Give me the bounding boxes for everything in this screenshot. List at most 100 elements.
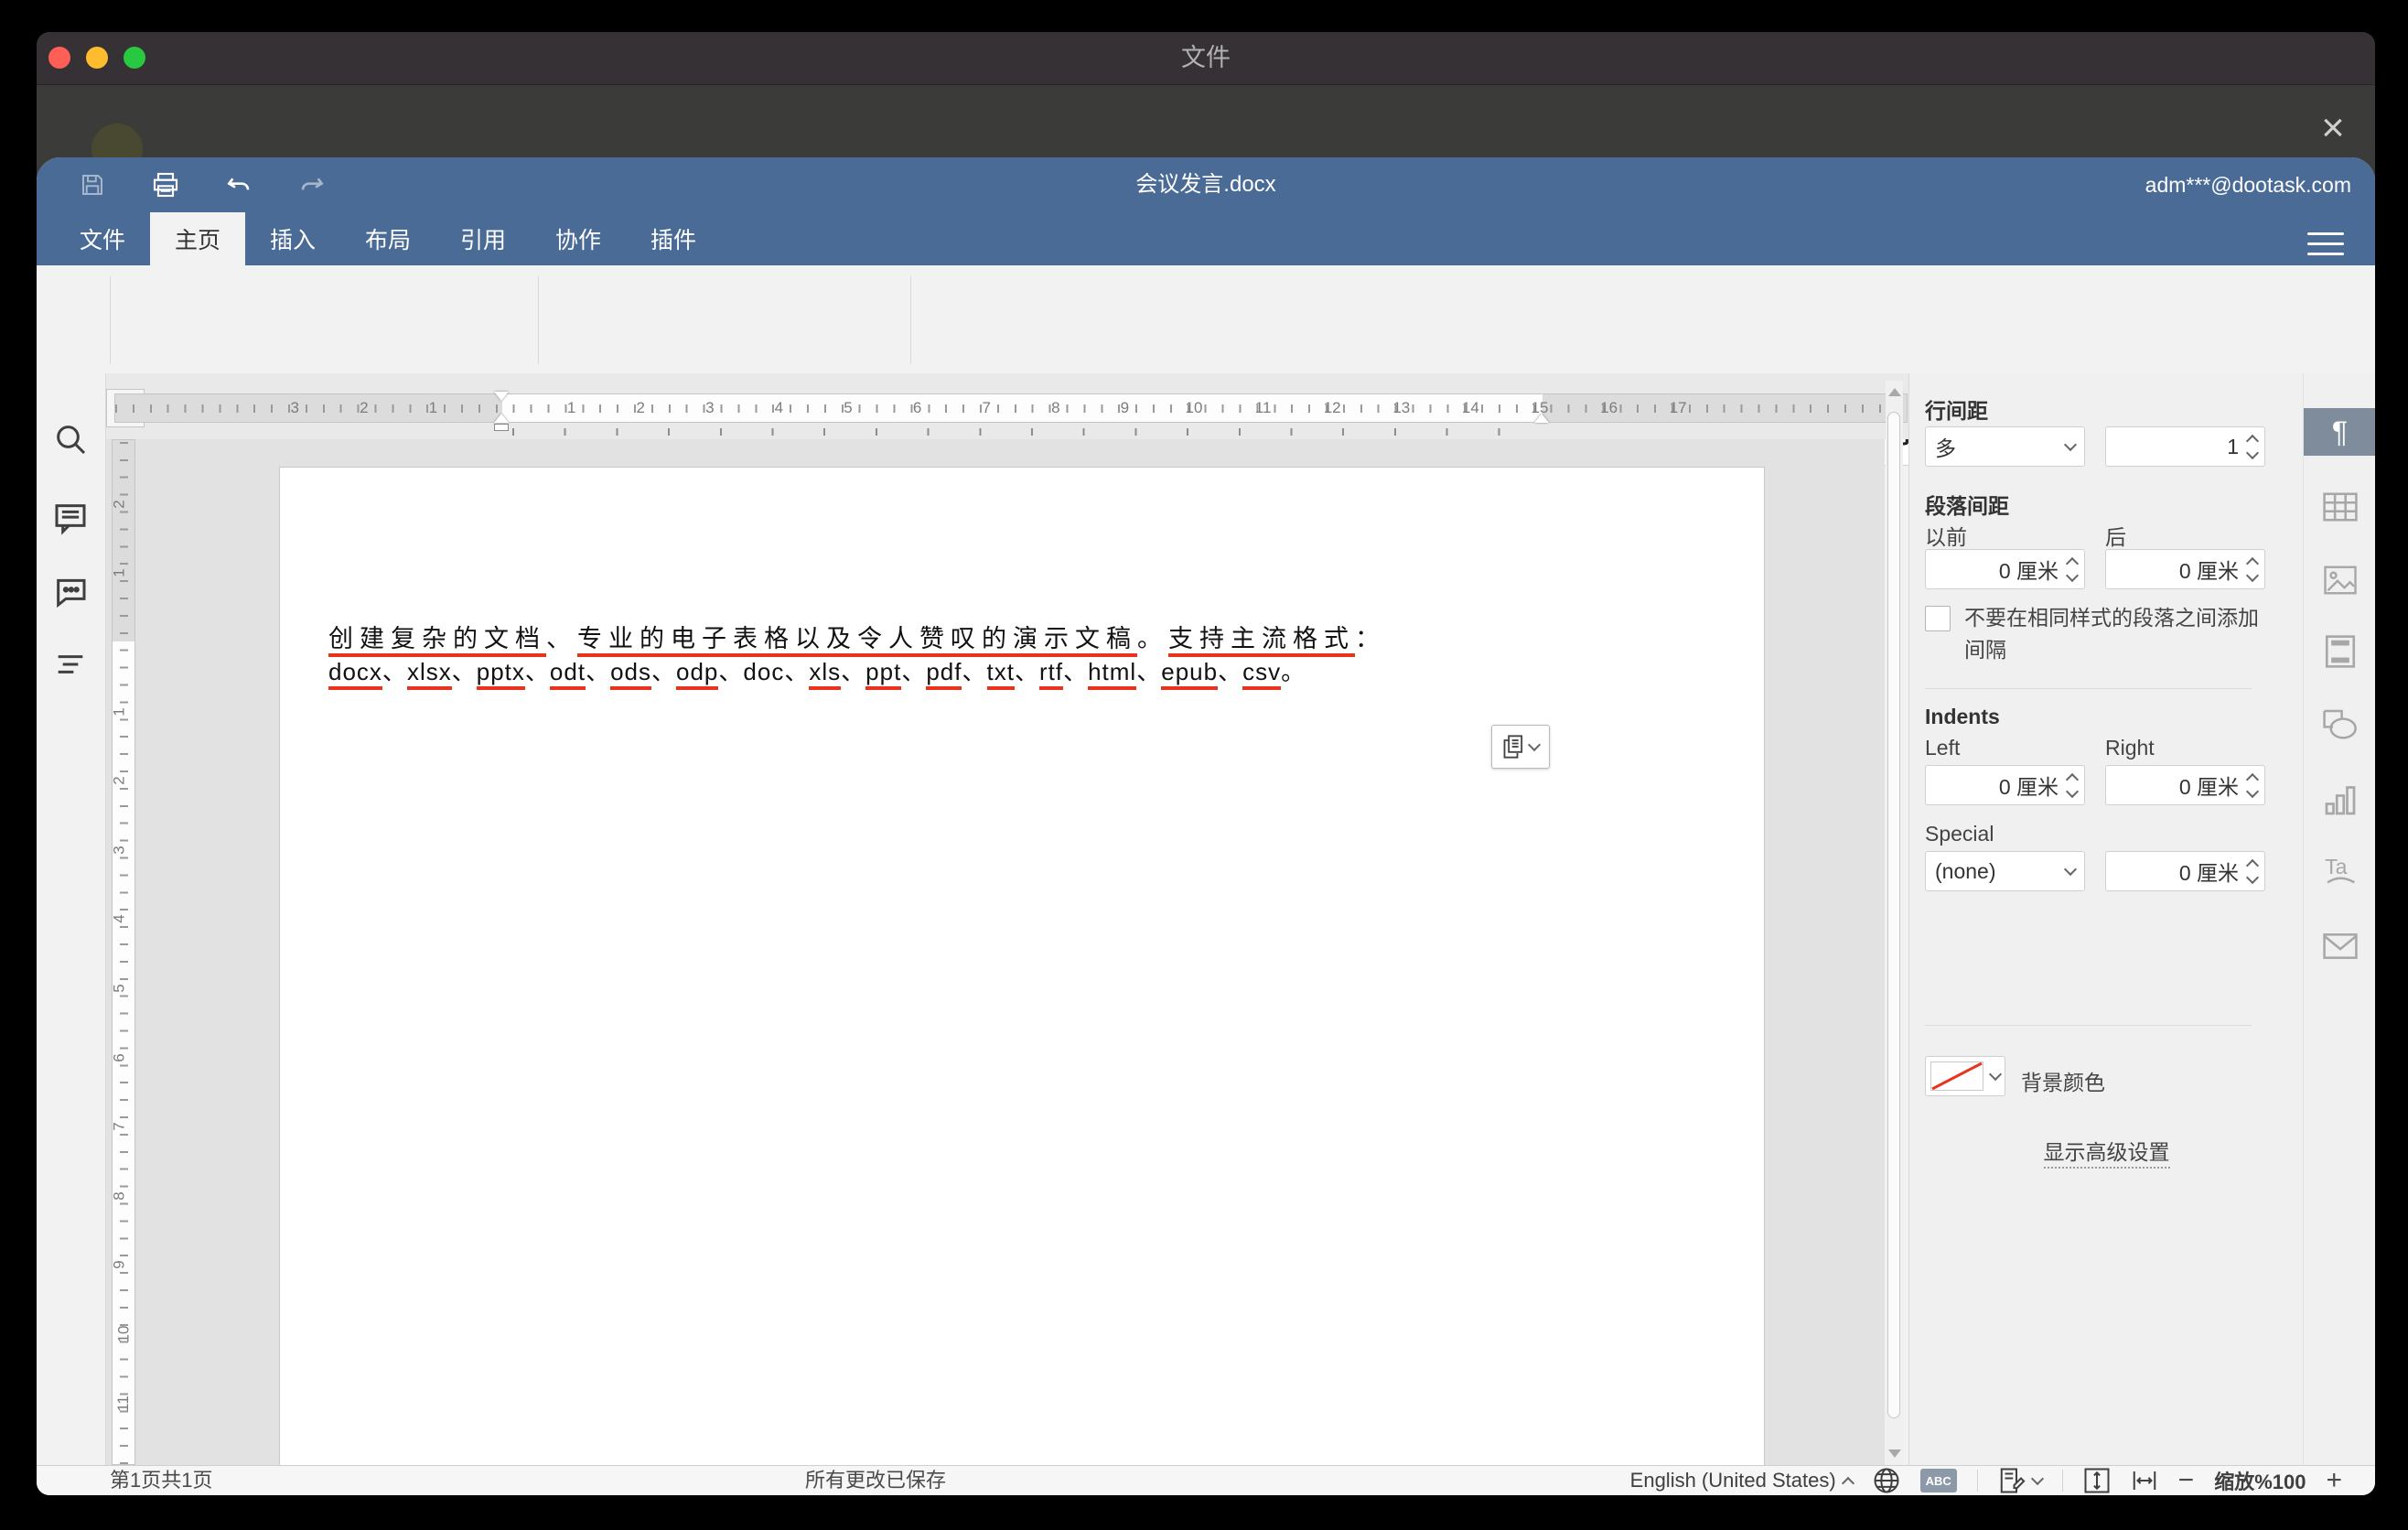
text-segment: 。	[1137, 625, 1168, 652]
vertical-ruler[interactable]: 211234567891011	[112, 439, 135, 1465]
ribbon-tab-5[interactable]: 协作	[531, 212, 626, 265]
window-title: 文件	[37, 32, 2375, 84]
navigation-headings-icon[interactable]	[52, 646, 89, 683]
spell-check-toggle-icon[interactable]: ABC	[1920, 1469, 1957, 1492]
shape-settings-icon[interactable]	[2304, 701, 2375, 749]
ribbon-tab-bar: 文件主页插入布局引用协作插件	[37, 212, 2375, 265]
document-page[interactable]	[279, 467, 1765, 1465]
language-selector[interactable]: English (United States)	[1630, 1469, 1853, 1492]
track-changes-icon[interactable]	[1998, 1467, 2042, 1494]
horizontal-ruler[interactable]: 3211234567891011121314151617	[114, 393, 1908, 423]
no-space-between-same-style-checkbox[interactable]	[1925, 606, 1951, 631]
zoom-in-button[interactable]: +	[2326, 1468, 2342, 1493]
ruler-number: 6	[910, 399, 924, 417]
ribbon-tab-3[interactable]: 布局	[340, 212, 435, 265]
table-settings-icon[interactable]	[2304, 483, 2375, 531]
special-indent-select[interactable]: (none)	[1925, 851, 2085, 891]
misspelled-text-segment: html	[1088, 658, 1136, 690]
line-spacing-amount-spinner[interactable]: 1	[2105, 426, 2265, 467]
show-advanced-settings-link[interactable]: 显示高级设置	[1909, 1135, 2304, 1166]
ruler-number: 10	[114, 1326, 133, 1343]
default-tab-stops	[512, 428, 1537, 436]
chart-settings-icon[interactable]	[2304, 776, 2375, 824]
ruler-number: 3	[703, 399, 716, 417]
ribbon-tab-1[interactable]: 主页	[150, 212, 245, 265]
document-canvas[interactable]: 211234567891011 创建复杂的文档、专业的电子表格以及令人赞叹的演示…	[106, 439, 1885, 1465]
page-count-status[interactable]: 第1页共1页	[110, 1466, 212, 1495]
paste-options-button[interactable]	[1491, 725, 1550, 769]
ruler-number: 2	[357, 399, 371, 417]
ruler-number: 9	[1118, 399, 1132, 417]
chat-icon[interactable]	[52, 573, 89, 609]
misspelled-text-segment: 创建复杂的文档	[328, 625, 546, 657]
indent-right-spinner[interactable]: 0 厘米	[2105, 765, 2265, 805]
left-indent-marker[interactable]	[494, 424, 509, 431]
right-indent-marker[interactable]	[1534, 414, 1549, 423]
editor-modal: 会议发言.docx adm***@dootask.com 文件主页插入布局引用协…	[37, 157, 2375, 1495]
vertical-scrollbar[interactable]	[1886, 381, 1903, 1465]
misspelled-text-segment: rtf	[1039, 658, 1063, 690]
zoom-out-button[interactable]: −	[2178, 1468, 2195, 1493]
special-indent-spinner[interactable]: 0 厘米	[2105, 851, 2265, 891]
indents-label: Indents	[1925, 705, 2000, 729]
hanging-indent-marker[interactable]	[494, 414, 509, 423]
ruler-number: 5	[841, 399, 855, 417]
text-segment: 、	[525, 658, 550, 685]
paragraph-settings-icon[interactable]: ¶	[2304, 408, 2375, 456]
zoom-level-label[interactable]: 缩放%100	[2214, 1466, 2306, 1495]
ribbon-tab-6[interactable]: 插件	[626, 212, 721, 265]
ribbon-tab-0[interactable]: 文件	[55, 212, 150, 265]
fit-width-icon[interactable]	[2131, 1467, 2158, 1494]
close-icon[interactable]: ×	[2311, 107, 2355, 151]
misspelled-text-segment: odt	[550, 658, 586, 690]
ruler-number: 17	[1667, 399, 1690, 417]
text-segment: 、	[1136, 658, 1161, 685]
spacing-before-label: 以前	[1925, 520, 1967, 551]
paste-options-dropdown-icon	[1528, 738, 1541, 751]
misspelled-text-segment: xls	[809, 658, 841, 690]
text-segment: ：	[1355, 625, 1386, 652]
scroll-up-icon[interactable]	[1888, 388, 1901, 396]
spacing-before-spinner[interactable]: 0 厘米	[1925, 549, 2085, 589]
text-segment: 、	[1063, 658, 1088, 685]
ruler-number: 12	[1321, 399, 1344, 417]
text-segment: 、	[452, 658, 477, 685]
misspelled-text-segment: odp	[676, 658, 718, 690]
ruler-number: 11	[1252, 399, 1274, 417]
image-settings-icon[interactable]	[2304, 556, 2375, 604]
misspelled-text-segment: epub	[1161, 658, 1218, 690]
paragraph-spacing-label: 段落间距	[1925, 489, 2009, 520]
indent-right-label: Right	[2105, 736, 2155, 760]
background-color-picker[interactable]	[1925, 1056, 2005, 1096]
spacing-after-spinner[interactable]: 0 厘米	[2105, 549, 2265, 589]
mail-merge-settings-icon[interactable]	[2304, 922, 2375, 970]
ruler-number: 1	[426, 399, 440, 417]
fit-page-icon[interactable]	[2083, 1467, 2111, 1494]
ribbon-tab-4[interactable]: 引用	[435, 212, 531, 265]
text-art-settings-icon[interactable]: Ta	[2304, 847, 2375, 895]
text-segment: 、	[1015, 658, 1039, 685]
paragraph-settings-panel: 行间距 多 1 段落间距 以前 后 0 厘米 0 厘米 不要在相同样式的段落之间…	[1908, 373, 2304, 1465]
comments-icon[interactable]	[52, 500, 89, 536]
search-icon[interactable]	[52, 421, 89, 458]
scroll-down-icon[interactable]	[1888, 1449, 1901, 1458]
header-footer-settings-icon[interactable]	[2304, 628, 2375, 675]
ruler-number: 1	[111, 569, 129, 577]
text-segment: 、	[784, 658, 809, 685]
ribbon-tab-2[interactable]: 插入	[245, 212, 340, 265]
ruler-number: 3	[287, 399, 301, 417]
home-ribbon-toolbar: Calibri 10.5 A▲ A▼ Aa B I U S	[37, 265, 2375, 374]
ruler-number: 14	[1459, 399, 1482, 417]
no-space-checkbox-label: 不要在相同样式的段落之间添加间隔	[1964, 602, 2275, 665]
no-fill-swatch	[1930, 1061, 1983, 1091]
special-indent-label: Special	[1925, 822, 1994, 846]
indent-left-spinner[interactable]: 0 厘米	[1925, 765, 2085, 805]
hamburger-menu-icon[interactable]	[2307, 225, 2344, 253]
set-document-language-icon[interactable]	[1873, 1467, 1900, 1494]
spacing-after-label: 后	[2105, 520, 2126, 551]
first-line-indent-marker[interactable]	[494, 392, 509, 401]
line-spacing-select[interactable]: 多	[1925, 426, 2085, 467]
user-email: adm***@dootask.com	[2145, 157, 2351, 212]
ruler-number: 8	[1048, 399, 1062, 417]
scrollbar-thumb[interactable]	[1887, 412, 1900, 1418]
